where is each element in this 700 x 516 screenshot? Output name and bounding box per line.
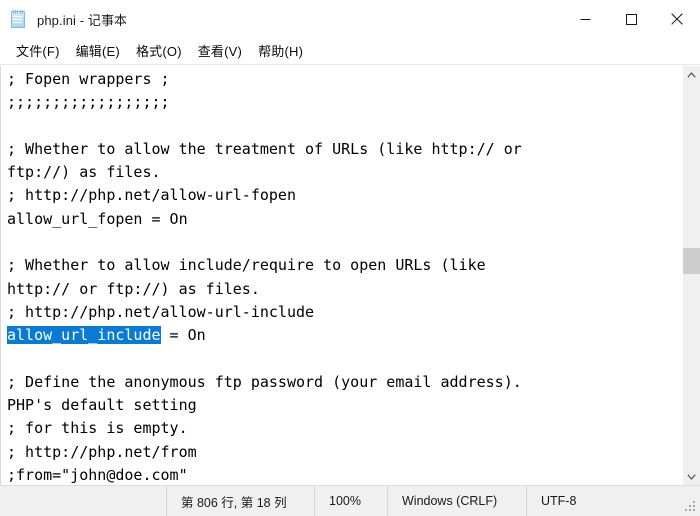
menu-bar: 文件(F) 编辑(E) 格式(O) 查看(V) 帮助(H)	[0, 38, 700, 65]
text-line: ; Fopen wrappers ;	[7, 70, 170, 88]
text-line: ftp://) as files.	[7, 163, 161, 182]
minimize-icon	[580, 18, 590, 20]
resize-grip-icon[interactable]	[685, 501, 697, 513]
status-cursor-position: 第 806 行, 第 18 列	[166, 486, 314, 516]
menu-help[interactable]: 帮助(H)	[250, 39, 311, 63]
status-bar-spacer	[0, 486, 166, 516]
text-line: ;;;;;;;;;;;;;;;;;;	[7, 93, 170, 112]
text-line: ; for this is empty.	[7, 419, 188, 438]
editor-region: ; Fopen wrappers ;;;;;;;;;;;;;;;;;;; ; Wh…	[0, 65, 700, 485]
text-line	[7, 115, 682, 138]
text-line: ; http://php.net/allow-url-include	[7, 302, 315, 321]
status-encoding[interactable]: UTF-8	[526, 486, 700, 516]
menu-file[interactable]: 文件(F)	[8, 39, 68, 63]
text-line: ; http://php.net/allow-url-fopen	[7, 186, 296, 205]
text-editor[interactable]: ; Fopen wrappers ;;;;;;;;;;;;;;;;;;; ; Wh…	[0, 66, 682, 485]
text-line: http:// or ftp://) as files.	[7, 279, 260, 298]
chevron-down-icon	[687, 473, 696, 480]
title-bar-left: php.ini - 记事本	[0, 9, 562, 29]
text-line: ; Define the anonymous ftp password (you…	[7, 372, 522, 391]
notepad-icon	[9, 9, 28, 29]
chevron-up-icon	[687, 71, 696, 78]
scroll-up-button[interactable]	[683, 66, 700, 83]
window-title: php.ini - 记事本	[37, 12, 128, 28]
status-bar: 第 806 行, 第 18 列 100% Windows (CRLF) UTF-…	[0, 485, 700, 516]
text-line	[7, 231, 682, 254]
text-line: PHP's default setting	[7, 396, 197, 415]
scroll-down-button[interactable]	[683, 468, 700, 485]
document-text[interactable]: ; Fopen wrappers ;;;;;;;;;;;;;;;;;;; ; Wh…	[3, 68, 682, 485]
close-icon	[671, 13, 683, 25]
title-bar: php.ini - 记事本	[0, 0, 700, 38]
status-line-ending[interactable]: Windows (CRLF)	[387, 486, 526, 516]
menu-format[interactable]: 格式(O)	[128, 39, 190, 63]
selected-text[interactable]: allow_url_include	[7, 326, 161, 345]
notepad-window: php.ini - 记事本 文件(F) 编辑(E) 格式(O) 查看(V) 帮助…	[0, 0, 700, 516]
minimize-button[interactable]	[562, 0, 608, 38]
window-controls	[562, 0, 700, 38]
text-line: allow_url_include = On	[7, 326, 206, 345]
text-line: ;from="john@doe.com"	[7, 466, 188, 485]
vertical-scrollbar[interactable]	[682, 66, 700, 485]
status-zoom-level[interactable]: 100%	[314, 486, 387, 516]
close-button[interactable]	[654, 0, 700, 38]
maximize-icon	[625, 13, 637, 25]
menu-view[interactable]: 查看(V)	[190, 39, 250, 63]
text-line: ; Whether to allow the treatment of URLs…	[7, 139, 522, 158]
text-line: ; Whether to allow include/require to op…	[7, 256, 486, 275]
menu-edit[interactable]: 编辑(E)	[68, 39, 128, 63]
text-line: ; http://php.net/from	[7, 442, 197, 461]
text-line: allow_url_fopen = On	[7, 209, 188, 228]
text-line	[7, 348, 682, 371]
scrollbar-track[interactable]	[683, 83, 700, 468]
maximize-button[interactable]	[608, 0, 654, 38]
scrollbar-thumb[interactable]	[683, 248, 700, 274]
